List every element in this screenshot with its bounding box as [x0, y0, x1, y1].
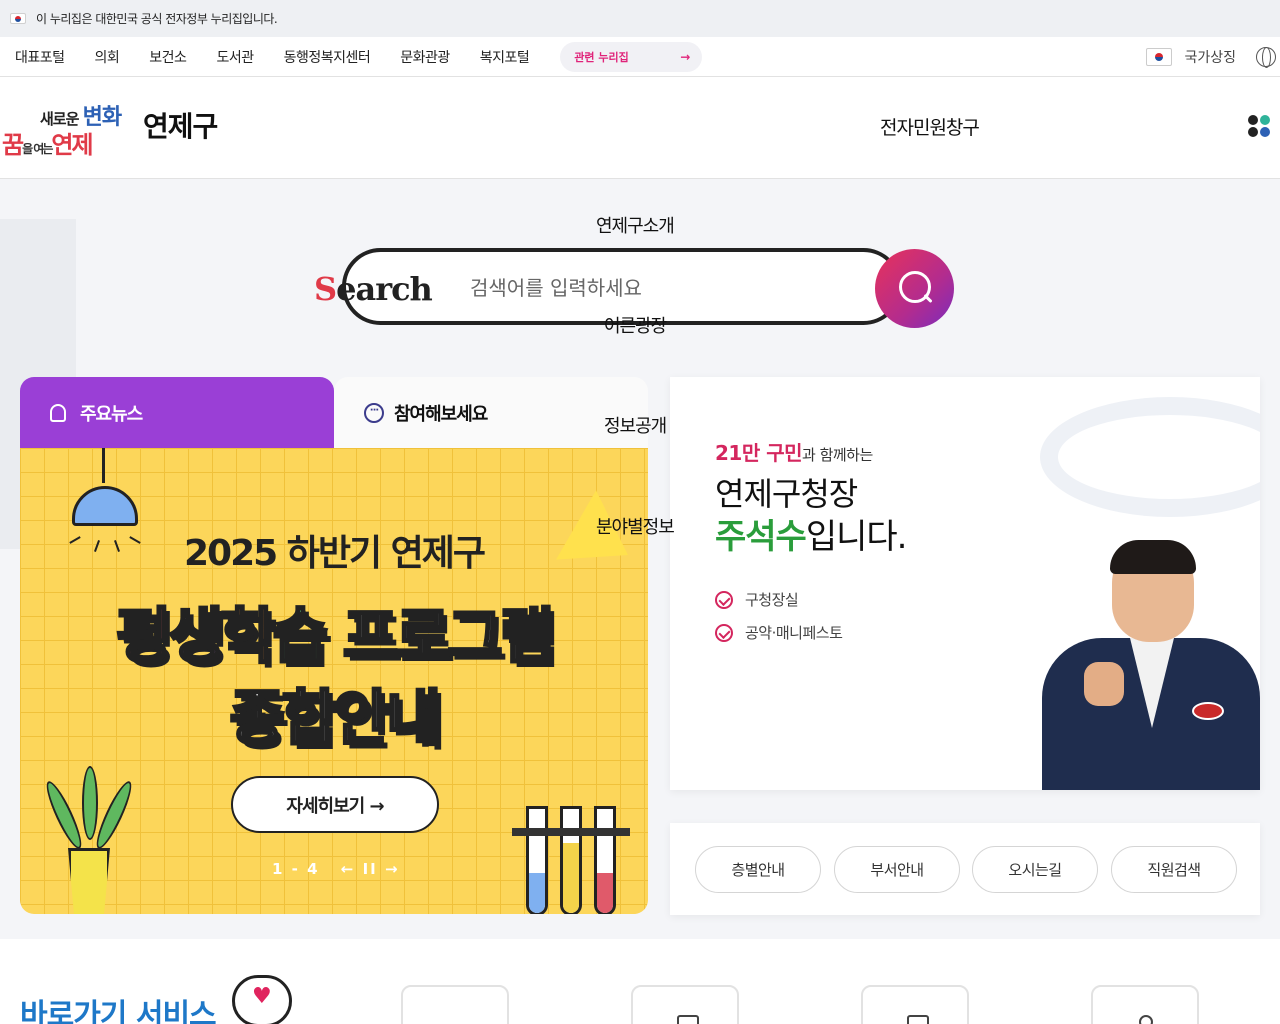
pager-controls[interactable]: ← II →	[341, 860, 400, 878]
monitor-icon	[907, 1015, 929, 1024]
nav-portal[interactable]: 대표포털	[0, 47, 80, 67]
tab-participate-label: 참여해보세요	[394, 403, 488, 425]
yeonje-logo[interactable]: 새로운 변화 꿈을 여는연제	[2, 93, 134, 161]
korea-flag-icon	[1146, 48, 1173, 66]
plant-leaf-illustration	[82, 766, 98, 840]
banner-sub-title: 종합안내	[228, 683, 443, 756]
tab-participate[interactable]: ··· 참여해보세요	[334, 377, 648, 448]
department-guide-button[interactable]: 부서안내	[834, 846, 960, 893]
quick-service-title: 바로가기 서비스	[20, 998, 217, 1024]
mayor-population-text: 21만 구민과 함께하는	[715, 441, 873, 465]
news-banner[interactable]: 2025 하반기 연제구 평생학습 프로그램 종합안내 자세히보기 → 1 - …	[20, 448, 648, 914]
logo-line-2: 꿈을 여는연제	[2, 131, 94, 159]
korea-flag-icon	[10, 13, 26, 24]
mayor-photo	[1042, 540, 1260, 790]
quick-links-panel: 층별안내 부서안내 오시는길 직원검색	[670, 823, 1260, 915]
nav-info-disclosure[interactable]: 정보공개	[604, 412, 667, 438]
service-card[interactable]	[1091, 985, 1199, 1024]
service-card[interactable]	[401, 985, 509, 1024]
all-menu-icon[interactable]	[1248, 115, 1272, 139]
service-card[interactable]	[861, 985, 969, 1024]
arrow-right-icon: →	[680, 49, 691, 64]
test-tubes-illustration	[512, 806, 632, 914]
mayor-name: 주석수입니다.	[715, 517, 907, 557]
search-button[interactable]	[875, 249, 954, 328]
mayor-panel: 21만 구민과 함께하는 연제구청장 주석수입니다. 구청장실 공약·매니페스토	[670, 377, 1260, 790]
related-sites-button[interactable]: 관련 누리집 →	[560, 41, 703, 72]
banner-main-title: 평생학습 프로그램	[115, 601, 557, 674]
floor-guide-button[interactable]: 층별안내	[695, 846, 821, 893]
nav-community-center[interactable]: 동행정복지센터	[269, 47, 386, 67]
site-header: 새로운 변화 꿈을 여는연제 연제구 전자민원창구	[0, 77, 1280, 179]
staff-search-button[interactable]: 직원검색	[1111, 846, 1237, 893]
search-wordmark: Search	[314, 270, 433, 308]
national-symbol-link[interactable]: 국가상징	[1146, 37, 1236, 77]
directions-button[interactable]: 오시는길	[972, 846, 1098, 893]
nav-senior-plaza[interactable]: 어른광장	[604, 312, 667, 338]
plant-leaf-illustration	[41, 778, 87, 852]
nav-field-info[interactable]: 분야별정보	[596, 513, 675, 539]
heart-bubble-icon	[232, 975, 292, 1024]
check-circle-icon	[715, 590, 733, 609]
check-circle-icon	[715, 623, 733, 642]
related-sites-label: 관련 누리집	[574, 50, 629, 64]
nav-library[interactable]: 도서관	[201, 47, 268, 67]
search-input[interactable]	[470, 270, 870, 306]
nav-culture-tour[interactable]: 문화관광	[385, 47, 465, 67]
gov-banner-text: 이 누리집은 대한민국 공식 전자정부 누리집입니다.	[36, 12, 278, 26]
gov-banner: 이 누리집은 대한민국 공식 전자정부 누리집입니다.	[0, 0, 1280, 37]
chat-bubble-icon: ···	[364, 402, 384, 423]
tab-main-news-label: 주요뉴스	[80, 403, 143, 425]
plant-leaf-illustration	[91, 778, 137, 852]
building-icon	[677, 1015, 699, 1024]
pager-count: 1 - 4	[272, 860, 320, 878]
nav-health-center[interactable]: 보건소	[134, 47, 201, 67]
brand-title[interactable]: 연제구	[143, 105, 218, 145]
nav-council[interactable]: 의회	[80, 47, 135, 67]
national-symbol-label: 국가상징	[1184, 50, 1236, 66]
banner-year-title: 2025 하반기 연제구	[184, 533, 486, 574]
e-civil-service-link[interactable]: 전자민원창구	[880, 113, 980, 140]
mayor-panel-decoration	[1040, 397, 1260, 517]
bell-icon	[50, 403, 66, 422]
pledge-manifesto-link[interactable]: 공약·매니페스토	[715, 622, 843, 643]
top-navigation: 대표포털 의회 보건소 도서관 동행정복지센터 문화관광 복지포털 관련 누리집…	[0, 37, 1280, 77]
plant-pot-illustration	[68, 848, 110, 914]
search-doc-icon	[1139, 1015, 1153, 1024]
language-globe-icon[interactable]	[1256, 47, 1276, 68]
mayor-office-link[interactable]: 구청장실	[715, 589, 799, 610]
service-card[interactable]	[631, 985, 739, 1024]
banner-more-button[interactable]: 자세히보기 →	[231, 776, 439, 833]
nav-about-yeonje[interactable]: 연제구소개	[596, 212, 675, 238]
banner-pager: 1 - 4 ← II →	[272, 860, 400, 878]
nav-welfare-portal[interactable]: 복지포털	[465, 47, 545, 67]
tab-main-news[interactable]: 주요뉴스	[20, 377, 334, 448]
